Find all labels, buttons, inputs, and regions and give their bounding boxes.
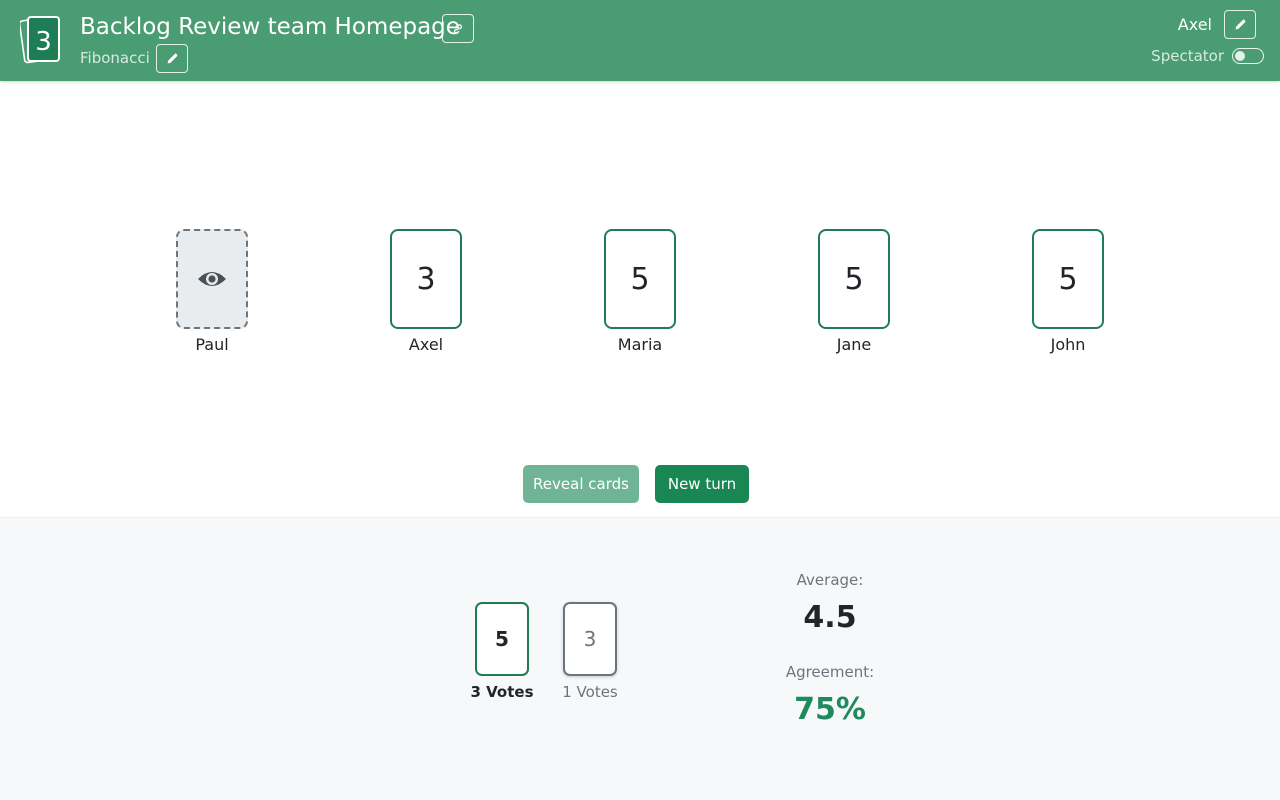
deck-name: Fibonacci [80, 49, 150, 67]
link-icon [454, 23, 462, 34]
average-value: 4.5 [803, 600, 857, 635]
app-header: 3 Backlog Review team Homepage Fibonacci… [0, 0, 1280, 81]
pencil-icon [167, 53, 177, 64]
player-name: John [1050, 335, 1086, 354]
player-seat: 5 Jane [784, 229, 924, 355]
player-seat: 5 Maria [570, 229, 710, 355]
player-seat: 5 John [998, 229, 1138, 355]
user-name: Axel [1177, 15, 1212, 34]
stats: Average: 4.5 Agreement: 75% [760, 570, 900, 728]
vote-card: 5 [475, 602, 529, 676]
player-seat: Paul [142, 229, 282, 355]
toggle-knob [1235, 51, 1245, 61]
copy-link-button[interactable] [442, 14, 474, 43]
player-name: Maria [617, 335, 663, 354]
vote-group: 3 1 Votes [545, 602, 635, 702]
edit-user-button[interactable] [1224, 10, 1256, 39]
spectator-label: Spectator [1151, 47, 1224, 65]
spectator-toggle[interactable] [1232, 48, 1264, 64]
player-name: Axel [408, 335, 444, 354]
player-card: 5 [1032, 229, 1104, 329]
player-name: Jane [836, 335, 872, 354]
player-card: 3 [390, 229, 462, 329]
page-title: Backlog Review team Homepage [80, 14, 460, 40]
vote-count: 3 Votes [470, 683, 534, 701]
agreement-label: Agreement: [785, 663, 875, 681]
vote-card: 3 [563, 602, 617, 676]
player-card: 5 [604, 229, 676, 329]
player-seat: 3 Axel [356, 229, 496, 355]
results-panel: 5 3 Votes 3 1 Votes Average: 4.5 Agreeme… [0, 517, 1280, 800]
edit-deck-button[interactable] [156, 44, 188, 73]
player-card: 5 [818, 229, 890, 329]
logo-value: 3 [35, 27, 52, 57]
vote-group: 5 3 Votes [457, 602, 547, 702]
new-turn-button[interactable]: New turn [655, 465, 749, 503]
reveal-cards-button[interactable]: Reveal cards [523, 465, 639, 503]
agreement-value: 75% [794, 692, 866, 727]
player-name: Paul [195, 335, 229, 354]
average-label: Average: [796, 571, 864, 589]
eye-icon [198, 272, 226, 286]
app-logo[interactable]: 3 [20, 14, 62, 64]
pencil-icon [1235, 19, 1245, 30]
vote-count: 1 Votes [562, 683, 618, 701]
spectator-card [176, 229, 248, 329]
